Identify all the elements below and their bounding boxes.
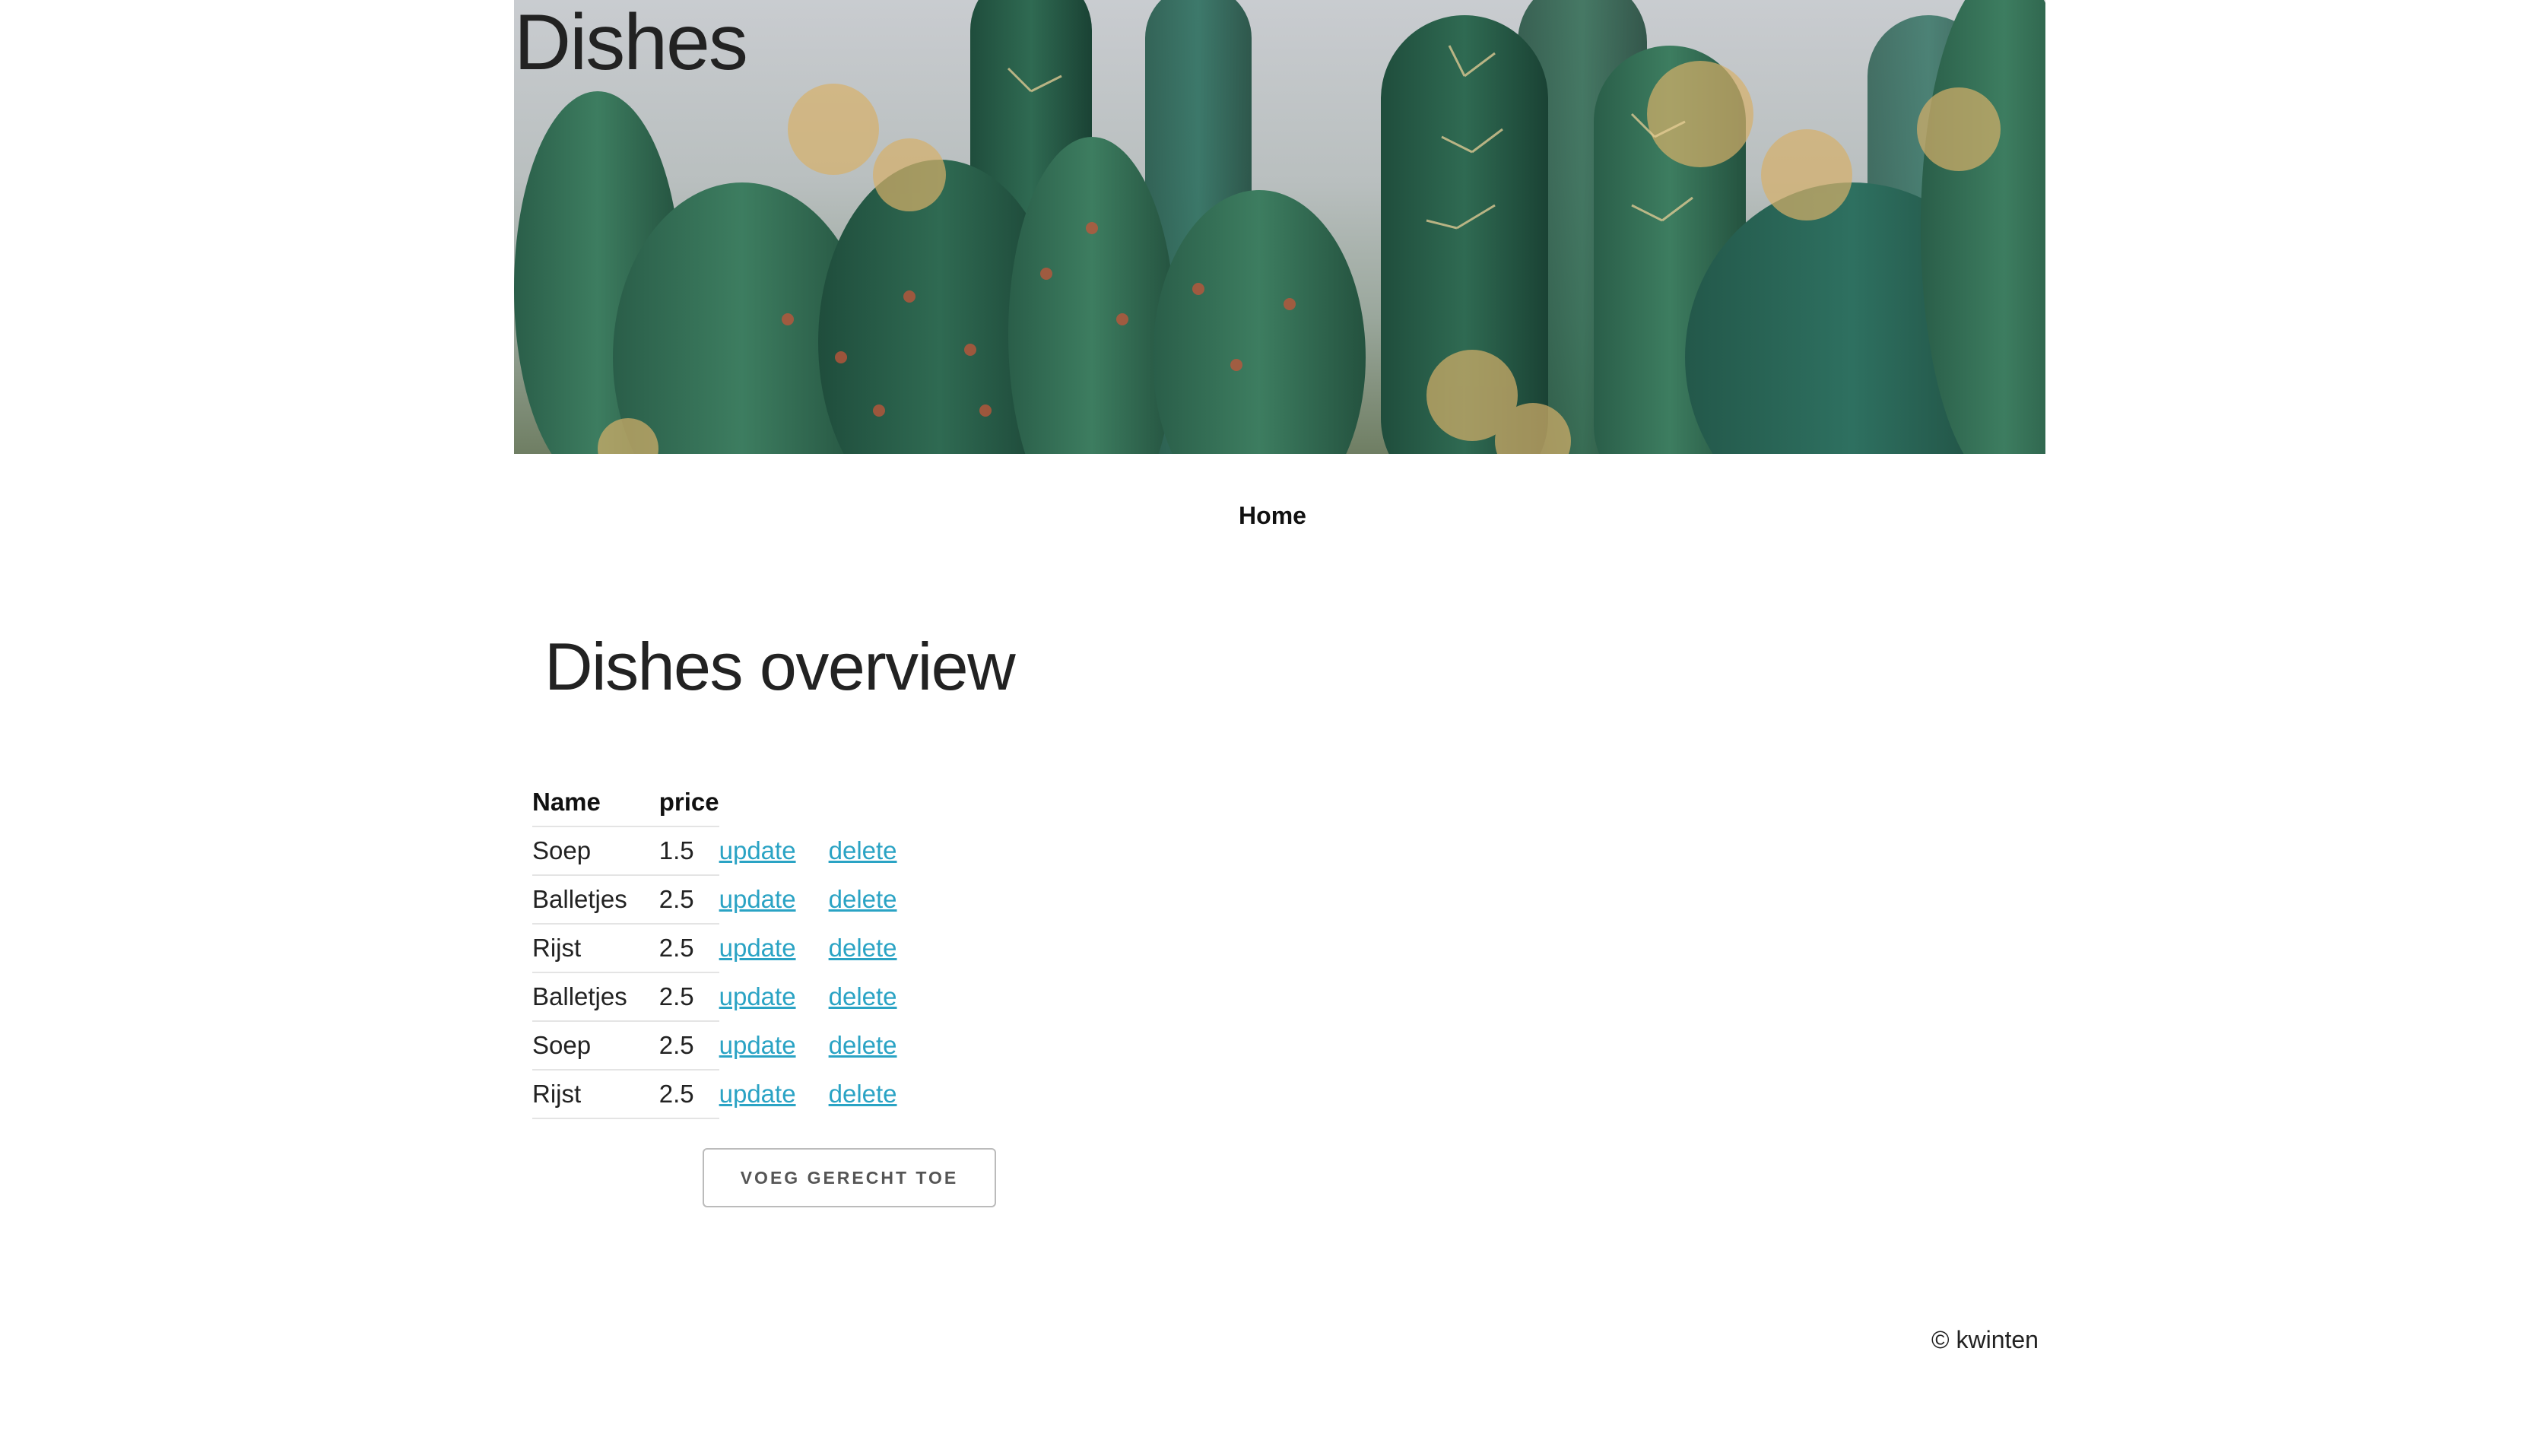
dish-name: Soep [532, 1021, 659, 1071]
delete-cell: delete [829, 826, 897, 875]
update-cell: update [719, 1021, 829, 1070]
delete-link[interactable]: delete [829, 934, 897, 962]
dish-price: 2.5 [658, 924, 719, 973]
update-link[interactable]: update [719, 934, 796, 962]
column-header-empty [719, 779, 829, 826]
dish-price: 1.5 [658, 826, 719, 876]
update-link[interactable]: update [719, 1080, 796, 1108]
update-cell: update [719, 826, 829, 875]
update-cell: update [719, 972, 829, 1021]
table-row: Soep 2.5 update delete [532, 1021, 897, 1071]
delete-cell: delete [829, 1070, 897, 1118]
delete-link[interactable]: delete [829, 1031, 897, 1059]
delete-cell: delete [829, 875, 897, 924]
page: Dishes Home Dishes overview Name price S… [0, 0, 2545, 1456]
table-row: Balletjes 2.5 update delete [532, 972, 897, 1022]
update-link[interactable]: update [719, 1031, 796, 1059]
site-title: Dishes [514, 0, 748, 87]
update-link[interactable]: update [719, 885, 796, 913]
dish-name: Rijst [532, 924, 659, 973]
dish-name: Soep [532, 826, 659, 876]
dish-price: 2.5 [658, 1070, 719, 1119]
update-cell: update [719, 924, 829, 972]
main-nav: Home [0, 502, 2545, 530]
update-link[interactable]: update [719, 836, 796, 864]
column-header-price: price [658, 779, 719, 827]
table-row: Soep 1.5 update delete [532, 826, 897, 876]
column-header-empty [829, 779, 897, 826]
dishes-table: Name price Soep 1.5 update delete Ballet… [532, 779, 897, 1119]
dish-price: 2.5 [658, 875, 719, 925]
dish-name: Balletjes [532, 972, 659, 1022]
update-cell: update [719, 1070, 829, 1118]
nav-item-home[interactable]: Home [1239, 502, 1306, 529]
update-cell: update [719, 875, 829, 924]
delete-link[interactable]: delete [829, 1080, 897, 1108]
column-header-name: Name [532, 779, 659, 827]
delete-cell: delete [829, 924, 897, 972]
page-title: Dishes overview [544, 629, 1016, 704]
dish-price: 2.5 [658, 972, 719, 1022]
table-row: Rijst 2.5 update delete [532, 924, 897, 973]
table-row: Rijst 2.5 update delete [532, 1070, 897, 1119]
table-header-row: Name price [532, 779, 897, 827]
update-link[interactable]: update [719, 982, 796, 1010]
delete-link[interactable]: delete [829, 982, 897, 1010]
delete-link[interactable]: delete [829, 885, 897, 913]
dish-price: 2.5 [658, 1021, 719, 1071]
table-row: Balletjes 2.5 update delete [532, 875, 897, 925]
delete-cell: delete [829, 1021, 897, 1070]
dish-name: Balletjes [532, 875, 659, 925]
delete-cell: delete [829, 972, 897, 1021]
footer-copyright: © kwinten [1931, 1326, 2039, 1353]
add-dish-button[interactable]: VOEG GERECHT TOE [703, 1148, 996, 1207]
delete-link[interactable]: delete [829, 836, 897, 864]
dish-name: Rijst [532, 1070, 659, 1119]
